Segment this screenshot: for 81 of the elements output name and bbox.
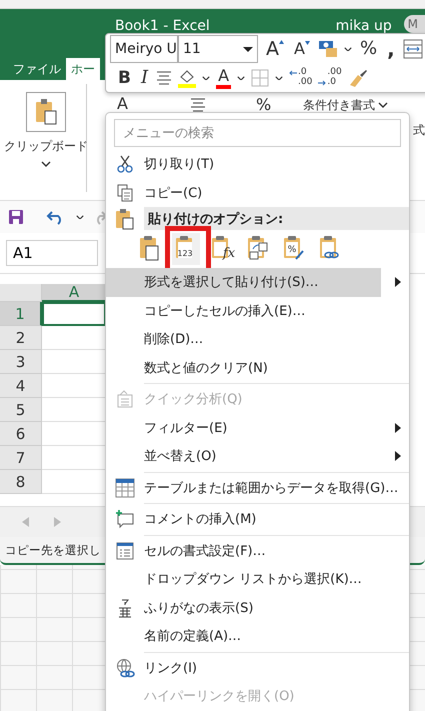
ribbon-tab[interactable]: ファイル [8,58,66,80]
menu-search-field[interactable]: メニューの検索 [114,119,401,147]
up-arrow-icon [279,40,284,44]
caret-icon[interactable] [237,76,246,80]
menu-item[interactable]: 数式と値のクリア(N) [106,354,409,382]
down-arrow-icon [304,41,310,45]
column-header[interactable]: A [42,284,106,302]
paste-icon [115,208,135,230]
name-box[interactable]: A1 [6,240,98,266]
font-name-field[interactable]: Meiryo U [110,35,178,63]
add-comment-icon [115,509,135,530]
italic-button[interactable]: I [138,69,150,87]
menu-item[interactable]: ドロップダウン リストから選択(K)… [106,565,409,594]
paste-values-icon[interactable]: 123 [172,233,200,265]
row-header[interactable]: 2 [0,326,42,350]
copy-icon [116,184,134,202]
row-header[interactable]: 3 [0,350,42,374]
format-cells-icon [116,542,134,560]
row-header[interactable]: 6 [0,422,42,446]
align-center-icon[interactable] [190,98,206,112]
fill-color-icon[interactable] [178,68,196,88]
row-header[interactable]: 1 [0,302,42,326]
row-header[interactable]: 4 [0,374,42,398]
quick-analysis-icon [116,390,134,408]
user-name: mika up [336,18,393,34]
group-label: クリップボード [4,138,88,155]
furigana-icon [117,598,133,618]
menu-item[interactable]: 削除(D)… [106,325,409,354]
conditional-format-button[interactable]: 条件付き書式 [303,96,388,114]
menu-item[interactable]: フィルター(E) [106,414,409,442]
font-size-field[interactable]: 11 [178,35,258,63]
bold-button[interactable]: B [116,70,133,86]
menu-item[interactable]: リンク(I) [106,654,409,682]
dropdown-arrow-icon[interactable] [243,46,253,52]
window-title: Book1 - Excel [115,18,211,34]
ribbon-tab[interactable]: ホー [66,58,100,80]
right-arrow-icon [318,80,326,86]
submenu-arrow-icon [395,277,401,288]
menu-item[interactable]: 名前の定義(A)… [106,622,409,650]
row-header[interactable]: 5 [0,398,42,422]
accounting-format-icon[interactable] [318,40,338,58]
scissors-icon [116,155,134,174]
decrease-decimal-button[interactable]: .00 .0 [318,68,342,88]
paste-options-header: 貼り付けのオプション: [144,207,409,230]
row-header[interactable]: 8 [0,470,42,494]
caret-icon[interactable] [76,214,84,220]
caret-icon[interactable] [202,76,210,80]
save-icon[interactable] [8,209,24,225]
menu-item[interactable]: コピーしたセルの挿入(E)… [106,296,409,325]
status-text: コピー先を選択し [5,542,101,558]
submenu-arrow-icon [395,422,401,433]
menu-item[interactable]: 並べ替え(O) [106,442,409,470]
caret-icon[interactable] [378,102,388,108]
increase-decimal-button[interactable]: .0 .00 [289,68,312,88]
row-header[interactable]: 7 [0,446,42,470]
grow-font-button[interactable]: A [264,40,286,58]
align-center-icon[interactable] [156,71,172,85]
clipboard-icon [34,98,58,126]
menu-item[interactable]: テーブルまたは範囲からデータを取得(G)… [106,474,409,502]
menu-item[interactable]: ふりがなの表示(S) [106,594,409,622]
caret-icon[interactable] [275,76,284,80]
left-arrow-icon [289,70,298,76]
percent-style-button[interactable]: % [358,40,380,58]
table-icon [115,478,135,498]
percent-button[interactable]: % [256,97,272,113]
menu-item[interactable]: コメントの挿入(M) [106,505,409,534]
comma-style-button[interactable]: , [385,39,397,59]
user-avatar[interactable]: M [404,15,425,33]
caret-icon[interactable] [344,46,352,52]
ribbon-label: 式 [413,122,425,139]
shrink-font-button[interactable]: A [292,41,312,57]
font-color-button[interactable]: A [216,68,232,88]
format-painter-icon[interactable] [348,69,368,87]
wrap-text-icon[interactable] [402,39,423,59]
paste-button[interactable] [26,92,66,132]
submenu-arrow-icon [395,451,401,462]
menu-item[interactable]: セルの書式設定(F)… [106,536,409,565]
expand-caret-icon[interactable] [41,161,51,167]
link-icon [115,658,135,678]
menu-item[interactable]: 切り取り(T) [106,150,409,178]
menu-item[interactable]: コピー(C) [106,178,409,207]
